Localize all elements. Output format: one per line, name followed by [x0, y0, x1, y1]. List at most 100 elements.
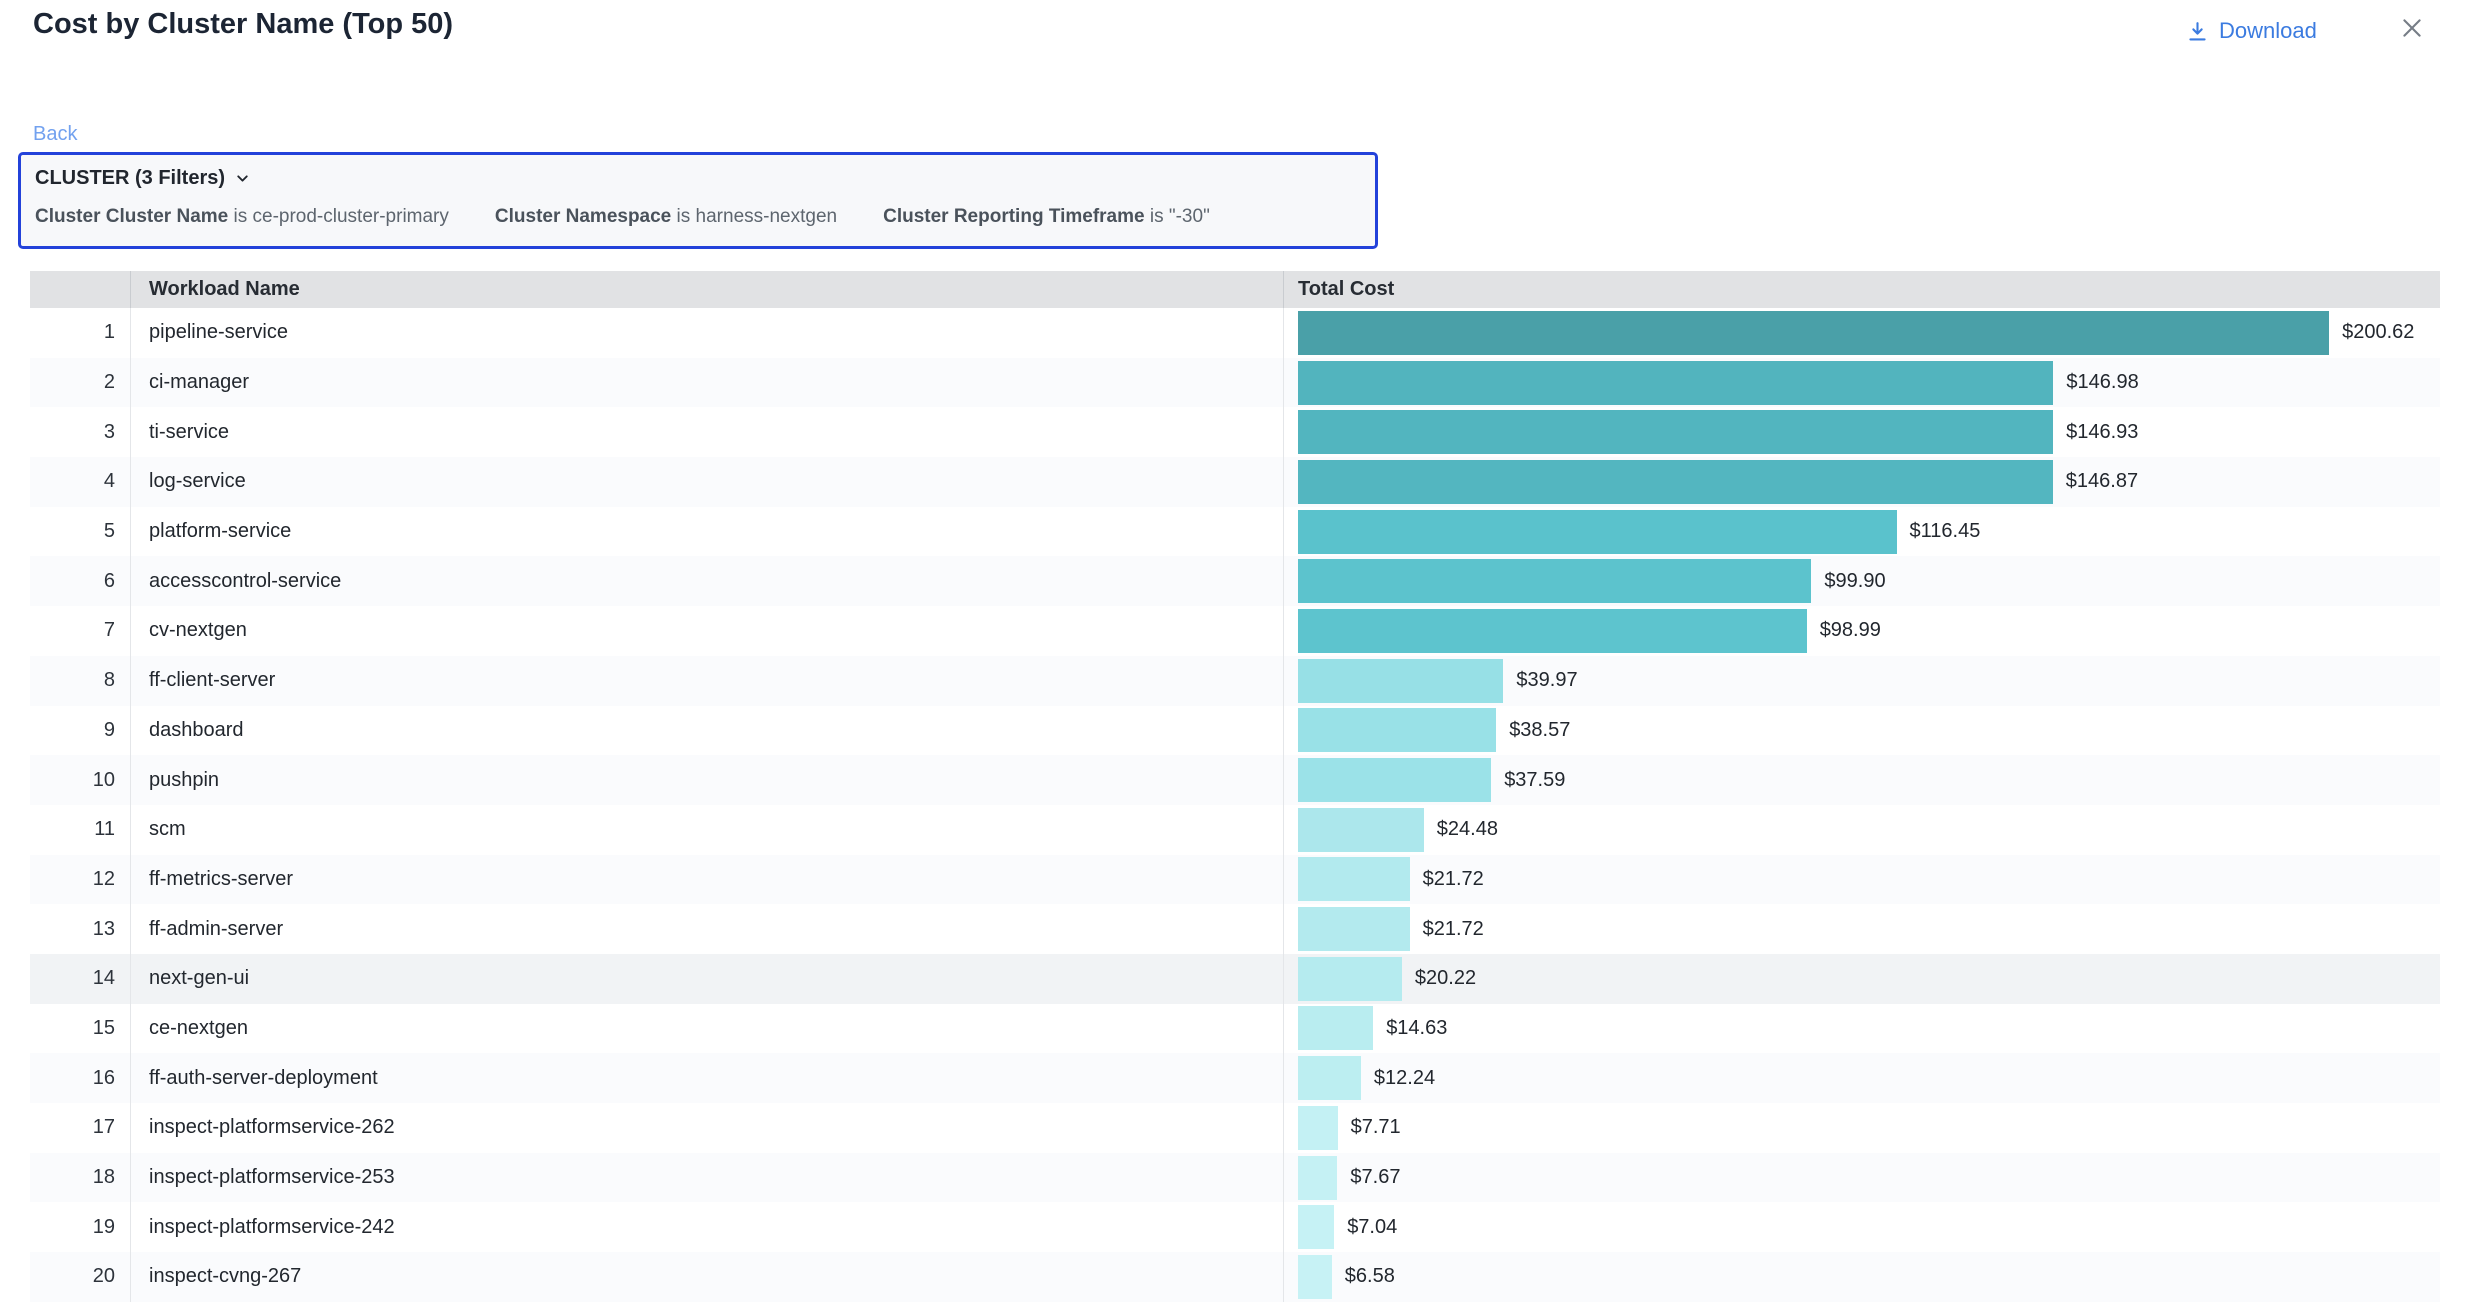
table-row[interactable]: 17inspect-platformservice-262$7.71 — [30, 1103, 2440, 1153]
table-header-row: Workload Name Total Cost — [30, 271, 2440, 308]
table-row[interactable]: 14next-gen-ui$20.22 — [30, 954, 2440, 1004]
table-row[interactable]: 12ff-metrics-server$21.72 — [30, 855, 2440, 905]
workload-name: ti-service — [130, 407, 1283, 457]
cost-cell: $99.90 — [1283, 556, 2440, 606]
cost-bar[interactable] — [1298, 460, 2053, 504]
cost-bar[interactable] — [1298, 808, 1424, 852]
row-rank: 13 — [30, 904, 130, 954]
cost-cell: $20.22 — [1283, 954, 2440, 1004]
workload-name: dashboard — [130, 706, 1283, 756]
cost-bar[interactable] — [1298, 1156, 1337, 1200]
cost-bar[interactable] — [1298, 708, 1496, 752]
cost-value-label: $200.62 — [2342, 321, 2414, 344]
cost-value-label: $21.72 — [1423, 868, 1484, 891]
cost-bar[interactable] — [1298, 659, 1503, 703]
cost-bar[interactable] — [1298, 1056, 1361, 1100]
workload-name: ci-manager — [130, 358, 1283, 408]
cost-bar[interactable] — [1298, 1205, 1334, 1249]
workload-name-column-header[interactable]: Workload Name — [130, 271, 1283, 308]
cost-value-label: $20.22 — [1415, 967, 1476, 990]
workload-name: inspect-platformservice-242 — [130, 1202, 1283, 1252]
workload-name: ff-client-server — [130, 656, 1283, 706]
row-rank: 9 — [30, 706, 130, 756]
table-row[interactable]: 2ci-manager $146.98 — [30, 358, 2440, 408]
workload-name: ce-nextgen — [130, 1004, 1283, 1054]
filter-group-toggle[interactable]: CLUSTER (3 Filters) — [35, 167, 1361, 190]
cost-cell: $7.71 — [1283, 1103, 2440, 1153]
cost-bar[interactable] — [1298, 1255, 1332, 1299]
cost-bar[interactable] — [1298, 957, 1402, 1001]
cost-value-label: $146.87 — [2066, 470, 2138, 493]
filter-condition[interactable]: Cluster Namespace is harness-nextgen — [495, 206, 837, 228]
cost-bar[interactable] — [1298, 1006, 1373, 1050]
cost-value-label: $12.24 — [1374, 1067, 1435, 1090]
table-row[interactable]: 1pipeline-service$200.62 — [30, 308, 2440, 358]
cost-value-label: $7.04 — [1347, 1216, 1397, 1239]
workload-name: inspect-platformservice-262 — [130, 1103, 1283, 1153]
row-rank: 6 — [30, 556, 130, 606]
cost-bar[interactable] — [1298, 758, 1491, 802]
cost-cell: $98.99 — [1283, 606, 2440, 656]
workload-name: inspect-platformservice-253 — [130, 1153, 1283, 1203]
cost-bar[interactable] — [1298, 410, 2053, 454]
row-rank: 1 — [30, 308, 130, 358]
table-row[interactable]: 15ce-nextgen$14.63 — [30, 1004, 2440, 1054]
row-rank: 17 — [30, 1103, 130, 1153]
row-rank: 14 — [30, 954, 130, 1004]
cost-bar[interactable] — [1298, 609, 1807, 653]
cost-bar[interactable] — [1298, 510, 1897, 554]
row-rank: 5 — [30, 507, 130, 557]
back-link[interactable]: Back — [33, 123, 77, 146]
row-rank: 10 — [30, 755, 130, 805]
filter-box: CLUSTER (3 Filters) Cluster Cluster Name… — [18, 152, 1378, 249]
filter-condition[interactable]: Cluster Reporting Timeframe is "-30" — [883, 206, 1210, 228]
row-rank: 2 — [30, 358, 130, 408]
table-row[interactable]: 9dashboard$38.57 — [30, 706, 2440, 756]
table-row[interactable]: 8ff-client-server $39.97 — [30, 656, 2440, 706]
table-row[interactable]: 18inspect-platformservice-253$7.67 — [30, 1153, 2440, 1203]
row-rank: 12 — [30, 855, 130, 905]
total-cost-column-header[interactable]: Total Cost — [1283, 271, 2440, 308]
cost-bar[interactable] — [1298, 1106, 1338, 1150]
table-row[interactable]: 10pushpin$37.59 — [30, 755, 2440, 805]
cost-bar[interactable] — [1298, 361, 2053, 405]
cost-bar[interactable] — [1298, 857, 1410, 901]
table-row[interactable]: 20inspect-cvng-267$6.58 — [30, 1252, 2440, 1302]
cost-cell: $7.67 — [1283, 1153, 2440, 1203]
workload-name: ff-admin-server — [130, 904, 1283, 954]
cost-value-label: $99.90 — [1824, 570, 1885, 593]
table-row[interactable]: 6accesscontrol-service$99.90 — [30, 556, 2440, 606]
filter-group-label: CLUSTER (3 Filters) — [35, 167, 225, 190]
close-icon[interactable] — [2398, 14, 2426, 42]
cost-cell: $146.98 — [1283, 358, 2440, 408]
cost-bar[interactable] — [1298, 907, 1410, 951]
cost-value-label: $116.45 — [1910, 520, 1981, 543]
row-rank: 7 — [30, 606, 130, 656]
filter-value: is ce-prod-cluster-primary — [228, 206, 449, 227]
workload-name: platform-service — [130, 507, 1283, 557]
row-rank: 16 — [30, 1053, 130, 1103]
table-row[interactable]: 3ti-service$146.93 — [30, 407, 2440, 457]
table-row[interactable]: 13ff-admin-server$21.72 — [30, 904, 2440, 954]
workload-name: log-service — [130, 457, 1283, 507]
cost-bar[interactable] — [1298, 311, 2329, 355]
table-row[interactable]: 16ff-auth-server-deployment$12.24 — [30, 1053, 2440, 1103]
download-button[interactable]: Download — [2185, 18, 2317, 44]
table-row[interactable]: 5platform-service $116.45 — [30, 507, 2440, 557]
cost-bar[interactable] — [1298, 559, 1811, 603]
table-row[interactable]: 19inspect-platformservice-242$7.04 — [30, 1202, 2440, 1252]
cost-value-label: $7.67 — [1350, 1166, 1400, 1189]
table-row[interactable]: 4log-service$146.87 — [30, 457, 2440, 507]
workload-name: cv-nextgen — [130, 606, 1283, 656]
cost-cell: $38.57 — [1283, 706, 2440, 756]
cost-value-label: $146.98 — [2066, 371, 2138, 394]
cost-cell: $7.04 — [1283, 1202, 2440, 1252]
row-rank: 3 — [30, 407, 130, 457]
filter-condition[interactable]: Cluster Cluster Name is ce-prod-cluster-… — [35, 206, 449, 228]
row-rank: 8 — [30, 656, 130, 706]
cost-value-label: $39.97 — [1516, 669, 1577, 692]
table-row[interactable]: 11scm$24.48 — [30, 805, 2440, 855]
table-row[interactable]: 7cv-nextgen$98.99 — [30, 606, 2440, 656]
row-rank: 11 — [30, 805, 130, 855]
page-title: Cost by Cluster Name (Top 50) — [33, 8, 453, 41]
